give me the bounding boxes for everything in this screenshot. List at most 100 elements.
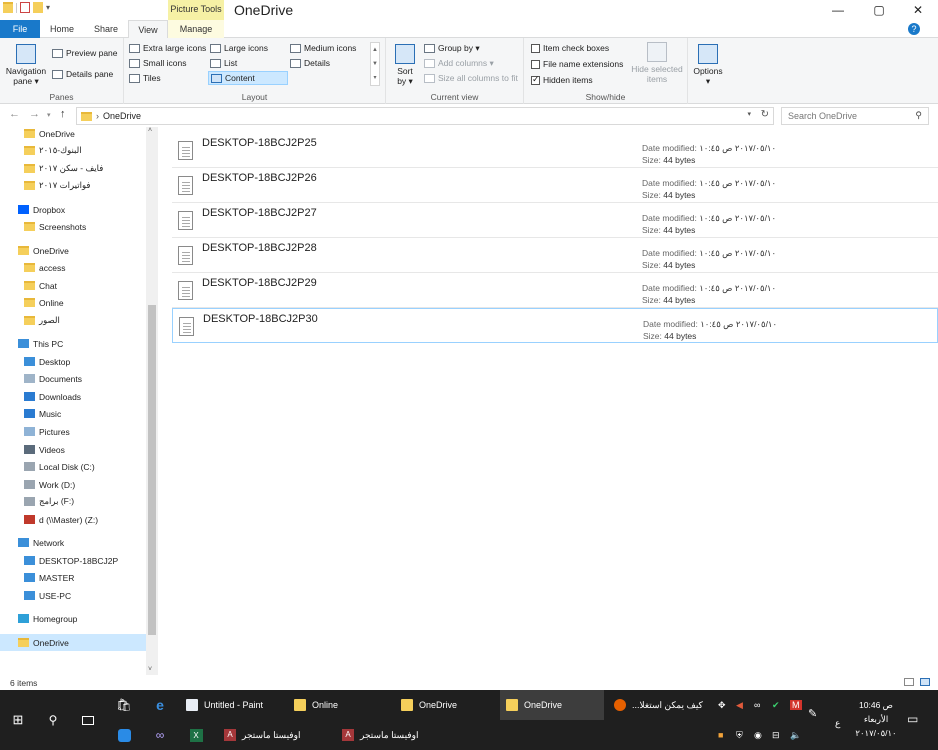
nav-item[interactable]: Screenshots [0,218,146,235]
breadcrumb-separator[interactable]: › [96,111,99,121]
maximize-button[interactable]: ▢ [861,0,897,20]
file-row[interactable]: DESKTOP-18BCJ2P27 Date modified: ٢٠١٧/٠٥/… [172,203,938,238]
navigation-pane-button[interactable]: Navigation pane ▾ [4,44,48,86]
shield-check-icon[interactable]: ✔ [772,700,780,711]
recent-locations-icon[interactable]: ▾ [47,111,51,119]
hide-selected-items-button[interactable]: Hide selected items [628,42,686,84]
file-row[interactable]: DESKTOP-18BCJ2P25 Date modified: ٢٠١٧/٠٥/… [172,133,938,168]
file-row[interactable]: DESKTOP-18BCJ2P28 Date modified: ٢٠١٧/٠٥/… [172,238,938,273]
nav-item[interactable]: DESKTOP-18BCJ2P [0,552,146,569]
tiles-option[interactable]: Tiles [129,73,161,83]
large-icons-view-icon[interactable] [920,678,930,686]
back-icon[interactable]: ← [9,108,20,120]
add-columns-button[interactable]: Add columns ▾ [424,58,494,69]
list-option[interactable]: List [210,58,237,68]
notifications-icon[interactable]: ▭ [907,712,918,726]
pen-icon[interactable]: ✎ [808,707,817,720]
nav-item[interactable]: Chat [0,277,146,294]
nav-item[interactable]: Local Disk (C:) [0,458,146,475]
forward-icon[interactable]: → [29,108,40,120]
taskbar-button[interactable]: OneDrive [500,690,604,720]
customize-toolbar-icon[interactable]: ▾ [46,3,50,12]
file-row[interactable]: DESKTOP-18BCJ2P26 Date modified: ٢٠١٧/٠٥/… [172,168,938,203]
nav-item[interactable]: Work (D:) [0,476,146,493]
address-dropdown-icon[interactable]: ▾ [747,110,751,118]
up-icon[interactable]: ↑ [60,108,66,120]
nav-item[interactable]: OneDrive [0,634,146,651]
breadcrumb-onedrive[interactable]: OneDrive [103,111,141,121]
nav-item[interactable]: This PC [0,335,146,352]
tab-manage[interactable]: Manage [168,20,224,38]
preview-pane-button[interactable]: Preview pane [52,48,118,58]
layout-scroll[interactable]: ▲ ▼ ▾ [370,42,380,86]
nav-item[interactable]: Online [0,294,146,311]
nav-item[interactable]: access [0,259,146,276]
sort-by-button[interactable]: Sort by ▾ [392,44,418,86]
hidden-items-checkbox[interactable] [531,74,540,85]
small-icons-option[interactable]: Small icons [129,58,186,68]
nav-item[interactable]: USE-PC [0,587,146,604]
tray-shield-icon[interactable]: ⛨ [736,730,743,741]
file-row[interactable]: DESKTOP-18BCJ2P30 Date modified: ٢٠١٧/٠٥/… [172,308,938,343]
file-row[interactable]: DESKTOP-18BCJ2P29 Date modified: ٢٠١٧/٠٥/… [172,273,938,308]
scroll-up-icon[interactable]: ˄ [148,127,152,134]
options-button[interactable]: Options ▾ [690,44,726,86]
nav-item[interactable]: d (\\Master) (Z:) [0,511,146,528]
tray-icon-2[interactable]: ■ [718,730,723,740]
nav-item[interactable]: Homegroup [0,610,146,627]
item-check-boxes-toggle[interactable]: Item check boxes [531,43,609,53]
size-all-columns-button[interactable]: Size all columns to fit [424,73,518,83]
nav-item[interactable]: Downloads [0,388,146,405]
taskbar-button[interactable]: A اوفيستا ماستجر [218,720,328,750]
edge-button[interactable]: e [146,690,174,720]
taskbar-button[interactable]: OneDrive [395,690,497,720]
tab-home[interactable]: Home [40,20,84,38]
file-name-extensions-toggle[interactable]: File name extensions [531,59,623,69]
network-icon[interactable]: ⊟ [772,730,780,741]
search-icon[interactable]: ⚲ [915,110,922,121]
link-icon[interactable]: ∞ [754,700,760,710]
nav-item[interactable]: برامج (F:) [0,493,146,510]
scroll-down-icon[interactable]: ˅ [148,666,152,673]
volume-icon[interactable]: 🔈 [790,730,801,741]
extra-large-icons-option[interactable]: Extra large icons [129,43,206,53]
clock[interactable]: 10:46 ص الأربعاء ٢٠١٧/٠٥/١٠ [848,698,904,740]
tab-file[interactable]: File [0,20,40,38]
folder-icon[interactable] [3,2,13,13]
nav-item[interactable]: Desktop [0,353,146,370]
hidden-items-toggle[interactable]: Hidden items [531,74,593,85]
taskbar-button[interactable]: Online [288,690,392,720]
taskbar-button[interactable]: ...كيف يمكن استغلا [608,690,708,720]
nav-item[interactable]: OneDrive [0,125,146,142]
app-button[interactable]: ∞ [146,720,174,750]
close-button[interactable]: ✕ [900,0,936,20]
nav-item[interactable]: Network [0,534,146,551]
large-icons-option[interactable]: Large icons [210,43,268,53]
search-input[interactable]: Search OneDrive ⚲ [781,107,929,125]
address-bar[interactable]: › OneDrive ▾ ↻ [76,107,774,125]
nav-item[interactable]: البنوك-٢٠١٥ [0,142,146,159]
properties-icon[interactable] [20,2,30,13]
details-option[interactable]: Details [290,58,330,68]
store-button[interactable]: 🛍 [110,690,138,720]
nav-item[interactable]: Dropbox [0,201,146,218]
nav-item[interactable]: Pictures [0,423,146,440]
details-view-icon[interactable] [904,678,914,686]
refresh-icon[interactable]: ↻ [761,109,769,120]
file-name-extensions-checkbox[interactable] [531,59,540,69]
tray-globe-icon[interactable]: ◉ [754,730,762,741]
excel-button[interactable]: X [182,720,210,750]
task-view-button[interactable] [76,705,100,735]
taskbar-button[interactable]: Untitled - Paint [180,690,284,720]
tab-share[interactable]: Share [84,20,128,38]
nav-item[interactable]: MASTER [0,569,146,586]
nav-item[interactable]: فايف - سكن ٢٠١٧ [0,160,146,177]
taskbar-button[interactable]: A اوفيستا ماستجر [336,720,446,750]
help-icon[interactable]: ? [908,23,920,35]
nav-item[interactable]: فواتيرات ٢٠١٧ [0,177,146,194]
group-by-button[interactable]: Group by ▾ [424,43,480,54]
start-button[interactable]: ⊞ [6,705,30,735]
tray-icon-1[interactable]: ✥ [718,700,726,711]
nav-item[interactable]: Music [0,405,146,422]
teamviewer-button[interactable] [110,720,138,750]
